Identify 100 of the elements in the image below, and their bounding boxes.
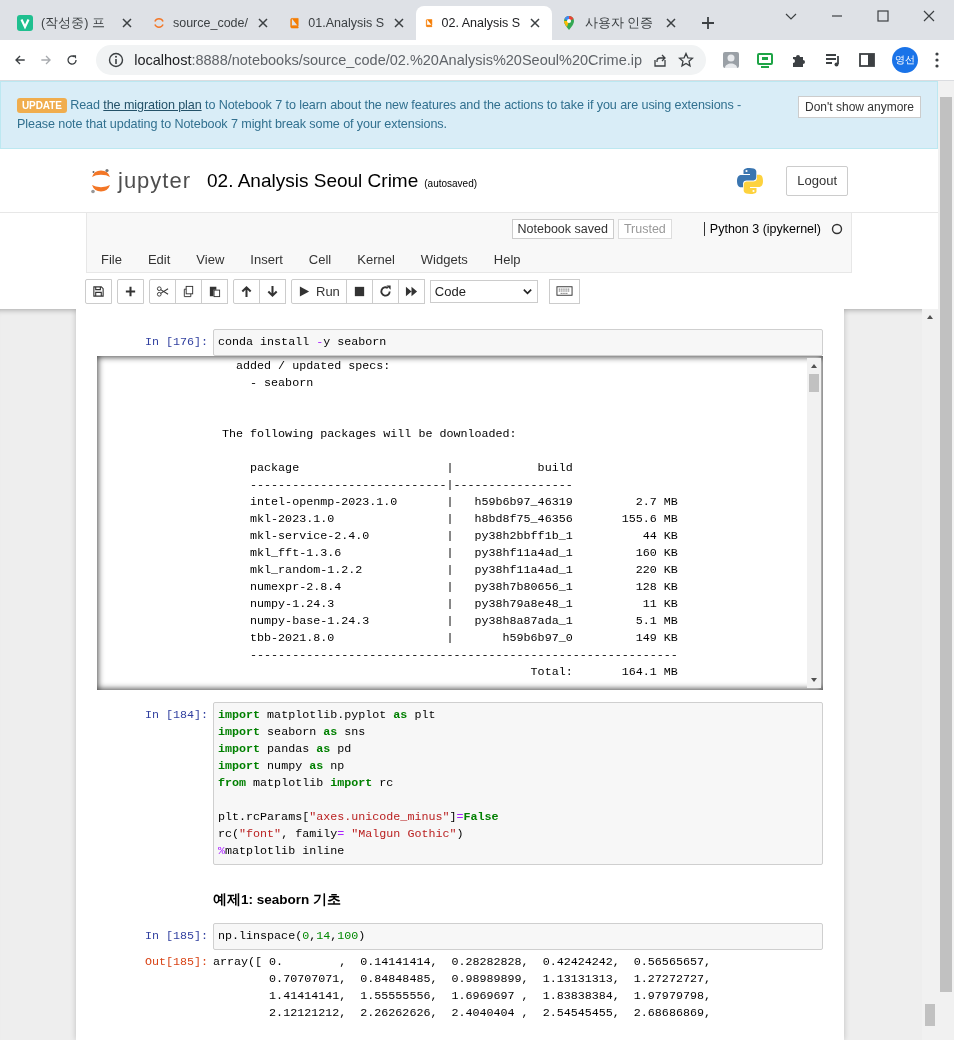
menu-item[interactable]: View: [196, 246, 251, 273]
code-line: plt.rcParams["axes.unicode_minus"]=False: [218, 809, 500, 826]
playlist-icon[interactable]: [824, 51, 842, 69]
jupyter-logo-icon[interactable]: [90, 167, 112, 194]
clipboard-button[interactable]: [201, 278, 228, 304]
output-line: mkl_random-1.2.2 | py38hf11a4ad_1 220 KB: [249, 562, 679, 579]
arrow-down-button[interactable]: [259, 278, 286, 304]
close-icon[interactable]: [528, 16, 542, 30]
browser-tab[interactable]: source_code/: [144, 6, 280, 40]
output-line: mkl_fft-1.3.6 | py38hf11a4ad_1 160 KB: [249, 545, 679, 562]
kernel-name[interactable]: Python 3 (ipykernel): [703, 222, 821, 236]
url-text: localhost:8888/notebooks/source_code/02.%20Analysis%20Seoul%20Crime.ip: [134, 52, 642, 68]
code-line: %matplotlib inline: [218, 843, 346, 860]
code-input[interactable]: [213, 702, 823, 865]
scissors-icon: [156, 284, 169, 298]
scrollbar[interactable]: [938, 81, 954, 1040]
restart-icon: [378, 284, 392, 298]
scrollbar[interactable]: [807, 358, 821, 688]
side-panel-icon[interactable]: [858, 51, 876, 69]
fast-forward-icon: [404, 284, 418, 298]
close-icon[interactable]: [664, 16, 678, 30]
output-line: numpy-1.24.3 | py38h79a8e48_1 11 KB: [249, 596, 679, 613]
output-line: numexpr-2.8.4 | py38h7b80656_1 128 KB: [249, 579, 679, 596]
output-prompt: Out[185]:: [143, 954, 209, 971]
fast-forward-button[interactable]: [397, 278, 425, 304]
menu-item[interactable]: Kernel: [357, 246, 421, 273]
portrait-icon[interactable]: [722, 51, 740, 69]
scissors-button[interactable]: [149, 278, 176, 304]
close-icon[interactable]: [392, 16, 406, 30]
plus-button[interactable]: [117, 278, 144, 304]
browser-tab[interactable]: 02. Analysis S: [416, 6, 552, 40]
close-icon[interactable]: [922, 9, 936, 23]
menu-item[interactable]: Insert: [250, 246, 309, 273]
tab-title: (작성중) 프: [41, 14, 106, 32]
logout-button[interactable]: Logout: [786, 165, 848, 196]
code-line: rc("font", family= "Malgun Gothic"): [218, 826, 465, 843]
input-prompt: In [184]:: [143, 707, 209, 724]
close-icon[interactable]: [120, 16, 134, 30]
output-line: 2.12121212, 2.26262626, 2.4040404 , 2.54545455, 2.68686869,: [268, 1005, 712, 1022]
browser-tab[interactable]: 01.Analysis S: [280, 6, 416, 40]
ring-logo-icon: [153, 15, 165, 31]
menu-item[interactable]: Help: [493, 246, 547, 273]
play-icon: [298, 284, 311, 298]
plus-icon: [124, 284, 137, 298]
save-status: (autosaved): [424, 178, 478, 189]
input-prompt: In [176]:: [143, 334, 209, 351]
restart-button[interactable]: [371, 278, 399, 304]
menu-item[interactable]: File: [101, 246, 148, 273]
book-icon: [289, 15, 301, 31]
arrow-up-button[interactable]: [233, 278, 260, 304]
output-line: - seaborn: [249, 375, 315, 392]
code-line: import numpy as np: [218, 758, 346, 775]
migration-link[interactable]: the migration plan: [103, 98, 202, 112]
menu-item[interactable]: Edit: [147, 246, 197, 273]
save-button[interactable]: [85, 278, 112, 304]
close-icon[interactable]: [256, 16, 270, 30]
code-input[interactable]: np.linspace(0,14,100): [213, 923, 823, 950]
clipboard-icon: [208, 284, 221, 298]
code-line: import seaborn as sns: [218, 724, 367, 741]
keyboard-button[interactable]: [548, 278, 580, 304]
code-line: conda install -y seaborn: [218, 334, 388, 351]
browser-tab[interactable]: (작성중) 프: [8, 6, 144, 40]
stop-icon: [352, 284, 366, 298]
stop-button[interactable]: [345, 278, 373, 304]
menu-item[interactable]: Widgets: [420, 246, 494, 273]
cell-type-dropdown[interactable]: Code: [429, 279, 538, 303]
browser-tab[interactable]: 사용자 인증: [552, 6, 688, 40]
scroll-thumb[interactable]: [940, 97, 952, 992]
save-indicator[interactable]: Notebook saved: [511, 219, 614, 239]
share-icon[interactable]: [652, 52, 668, 68]
scrollbar[interactable]: [922, 309, 938, 1040]
output-line: The following packages will be downloaded:: [222, 426, 518, 443]
arrow-down-icon: [266, 284, 279, 298]
notebook-title[interactable]: 02. Analysis Seoul Crime: [207, 169, 419, 192]
maximize-icon[interactable]: [876, 9, 890, 23]
dismiss-button[interactable]: Don't show anymore: [798, 96, 921, 118]
python-logo-icon: [736, 166, 765, 195]
update-badge: UPDATE: [17, 98, 67, 113]
run-button[interactable]: Run: [291, 278, 347, 304]
screen-icon[interactable]: [756, 51, 774, 69]
output-line: package | build: [249, 460, 574, 477]
jupyter-logo-text[interactable]: jupyter: [118, 167, 192, 194]
profile-avatar[interactable]: 영선: [892, 47, 918, 73]
address-bar[interactable]: localhost:8888/notebooks/source_code/02.%20Analysis%20Seoul%20Crime.ip: [96, 45, 706, 75]
info-icon[interactable]: [108, 52, 125, 68]
output-line: tbb-2021.8.0 | h59b6b97_0 149 KB: [249, 630, 679, 647]
code-input[interactable]: conda install -y seaborn: [213, 329, 823, 356]
output-line: ----------------------------|-----------------: [249, 477, 574, 494]
output-line: array([ 0. , 0.14141414, 0.28282828, 0.42424242, 0.56565657,: [213, 954, 712, 971]
scroll-thumb[interactable]: [925, 1004, 935, 1026]
map-pin-icon: [561, 15, 577, 31]
scroll-thumb[interactable]: [809, 374, 819, 392]
menu-item[interactable]: Cell: [308, 246, 358, 273]
plus-icon[interactable]: [700, 15, 716, 31]
copy-icon: [182, 284, 195, 298]
section-heading: 예제1: seaborn 기초: [213, 891, 343, 909]
more-icon[interactable]: [934, 51, 940, 69]
output-line: mkl-2023.1.0 | h8bd8f75_46356 155.6 MB: [249, 511, 679, 528]
copy-button[interactable]: [175, 278, 202, 304]
star-icon[interactable]: [678, 52, 694, 68]
